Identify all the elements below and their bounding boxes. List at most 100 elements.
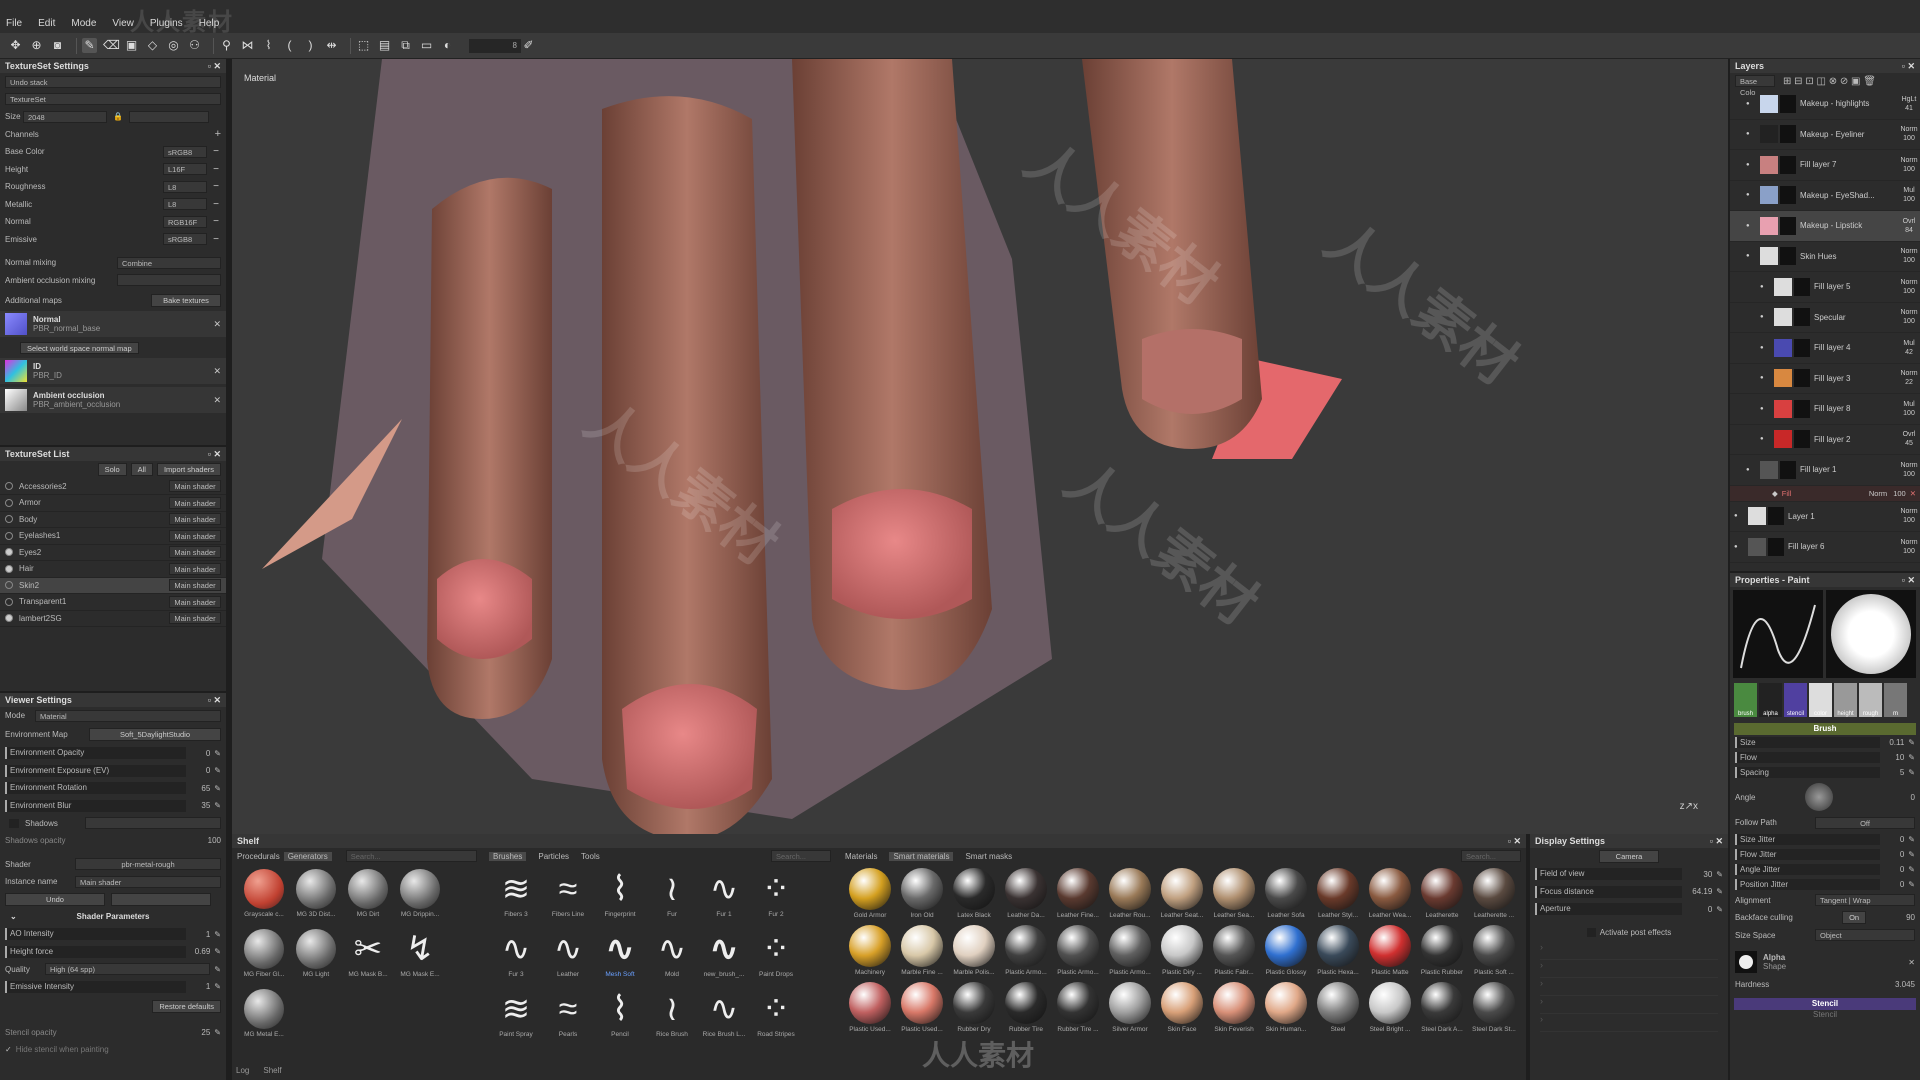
channel-format-dropdown[interactable]: L16F <box>163 163 207 176</box>
slider-track[interactable]: Environment Blur <box>5 799 187 812</box>
alignment-dropdown[interactable]: Tangent | Wrap <box>1815 894 1915 907</box>
alpha-thumb[interactable] <box>1735 951 1757 973</box>
material-item[interactable]: Leather Sea... <box>1209 866 1259 923</box>
shelf-item[interactable]: ∿ Rice Brush L... <box>699 987 749 1045</box>
shelf-item[interactable]: MG Drippin... <box>395 867 445 925</box>
shelf-item[interactable]: ∿ Leather <box>543 927 593 985</box>
bracket-close-icon[interactable]: ) <box>303 38 318 53</box>
camera-icon[interactable]: ✥ <box>8 38 23 53</box>
pen-icon[interactable]: ✎ <box>1716 870 1723 879</box>
shelf-search-input[interactable]: Search... <box>345 850 477 862</box>
menu-file[interactable]: File <box>6 18 22 29</box>
layer-row[interactable]: ● Fill layer 4 Mul 42 <box>1730 333 1920 364</box>
smudge-icon[interactable]: ◎ <box>166 38 181 53</box>
textureset-button[interactable]: TextureSet <box>5 93 221 106</box>
slider-value[interactable]: 10 <box>1880 753 1904 762</box>
remove-channel-icon[interactable]: − <box>211 146 221 157</box>
material-item[interactable]: Marble Polis... <box>949 923 999 980</box>
slider-value[interactable]: 35 <box>186 801 210 810</box>
channel-format-dropdown[interactable]: L8 <box>163 198 207 211</box>
list-item[interactable]: Hair Main shader <box>0 561 226 578</box>
slider-track[interactable]: Environment Opacity <box>5 747 187 760</box>
radio-icon[interactable] <box>5 531 13 540</box>
material-item[interactable]: Iron Old <box>897 866 947 923</box>
slider-value[interactable]: 0.11 <box>1880 738 1904 747</box>
pen-icon[interactable]: ✎ <box>1908 880 1915 889</box>
render-mode-icon[interactable]: ▤ <box>377 38 392 53</box>
blend-mode[interactable]: Mul <box>1898 339 1920 348</box>
pen-icon[interactable]: ✎ <box>1716 905 1723 914</box>
close-icon[interactable]: ✕ <box>1910 489 1916 498</box>
channel-format-dropdown[interactable]: sRGB8 <box>163 145 207 158</box>
collapsed-row[interactable]: › <box>1540 996 1718 1014</box>
slider-value[interactable]: 1 <box>186 930 210 939</box>
tab-smart-masks[interactable]: Smart masks <box>965 852 1012 861</box>
blend-mode[interactable]: Ovrl <box>1898 430 1920 439</box>
blend-mode[interactable]: Norm <box>1898 308 1920 317</box>
layer-blend[interactable]: Mul 42 <box>1898 339 1920 357</box>
remove-channel-icon[interactable]: − <box>211 164 221 175</box>
close-icon[interactable]: ▫ ✕ <box>1902 61 1915 71</box>
material-item[interactable]: Leather Sofa <box>1261 866 1311 923</box>
shelf-item[interactable]: ∿ Fur 1 <box>699 867 749 925</box>
material-item[interactable]: Rubber Dry <box>949 980 999 1037</box>
select-normal-button[interactable]: Select world space normal map <box>20 342 139 354</box>
blend-mode[interactable]: Norm <box>1898 507 1920 516</box>
backface-value[interactable]: 90 <box>1906 913 1915 922</box>
list-item[interactable]: lambert2SG Main shader <box>0 611 226 627</box>
pen-icon[interactable]: ✎ <box>214 749 221 758</box>
shelf-item[interactable]: ✂ MG Mask B... <box>343 927 393 985</box>
list-item[interactable]: Accessories2 Main shader <box>0 479 226 495</box>
material-item[interactable]: Machinery <box>845 923 895 980</box>
iray-icon[interactable]: ◐ <box>440 38 455 53</box>
material-item[interactable]: Steel Dark A... <box>1417 980 1467 1037</box>
pen-icon[interactable]: ✎ <box>214 784 221 793</box>
layer-row[interactable]: ● Fill layer 2 Ovrl 45 <box>1730 425 1920 455</box>
layer-opacity[interactable]: 100 <box>1898 165 1920 174</box>
shelf-item[interactable]: ∿ new_brush_... <box>699 927 749 985</box>
slider-value[interactable]: 0 <box>186 749 210 758</box>
size-dropdown[interactable]: 2048 <box>23 110 107 123</box>
tab-particles[interactable]: Particles <box>538 852 569 861</box>
menu-edit[interactable]: Edit <box>38 18 55 29</box>
slider-value[interactable]: 0 <box>1880 865 1904 874</box>
material-item[interactable]: Skin Feverish <box>1209 980 1259 1037</box>
layer-opacity[interactable]: 100 <box>1898 256 1920 265</box>
material-item[interactable]: Leather Seat... <box>1157 866 1207 923</box>
material-item[interactable]: Plastic Used... <box>845 980 895 1037</box>
material-item[interactable]: Plastic Glossy <box>1261 923 1311 980</box>
import-shaders-button[interactable]: Import shaders <box>156 463 221 477</box>
layer-row[interactable]: ● Makeup - Eyeliner Norm 100 <box>1730 120 1920 150</box>
shelf-item[interactable]: ⁘ Paint Drops <box>751 927 801 985</box>
material-item[interactable]: Rubber Tire ... <box>1053 980 1103 1037</box>
stencil-section-header[interactable]: Stencil <box>1734 997 1916 1010</box>
solo-button[interactable]: Solo <box>97 463 127 477</box>
material-item[interactable]: Plastic Soft ... <box>1469 923 1519 980</box>
pen-icon[interactable]: ✎ <box>1908 835 1915 844</box>
shadows-checkbox[interactable] <box>9 818 19 828</box>
blend-mode[interactable]: Mul <box>1898 186 1920 195</box>
material-item[interactable]: Plastic Fabr... <box>1209 923 1259 980</box>
material-item[interactable]: Leatherette <box>1417 866 1467 923</box>
shelf-item[interactable]: ∿ Mesh Soft <box>595 927 645 985</box>
list-item[interactable]: Skin2 Main shader <box>0 577 226 594</box>
layer-opacity[interactable]: 100 <box>1898 470 1920 479</box>
list-item[interactable]: Eyes2 Main shader <box>0 545 226 561</box>
shelf-item[interactable]: ⁘ Road Stripes <box>751 987 801 1045</box>
angle-dial[interactable] <box>1805 783 1833 811</box>
eye-icon[interactable]: ● <box>1734 513 1744 519</box>
layer-row[interactable]: ● Fill layer 3 Norm 22 <box>1730 364 1920 394</box>
collapsed-row[interactable]: › <box>1540 978 1718 996</box>
material-item[interactable]: Plastic Rubber <box>1417 923 1467 980</box>
shelf-search-input[interactable]: Search... <box>771 850 831 862</box>
radio-icon[interactable] <box>5 581 13 590</box>
eye-icon[interactable]: ● <box>1760 284 1770 290</box>
eye-icon[interactable]: ● <box>1746 253 1756 259</box>
slider-value[interactable]: 64.19 <box>1682 887 1712 896</box>
layer-opacity[interactable]: 100 <box>1898 287 1920 296</box>
channel-format-dropdown[interactable]: RGB16F <box>163 215 207 228</box>
slider-value[interactable]: 0 <box>1880 880 1904 889</box>
layer-blend[interactable]: Norm 100 <box>1898 125 1920 143</box>
slider-track[interactable]: Emissive Intensity <box>5 980 187 993</box>
blend-mode[interactable]: Norm <box>1898 538 1920 547</box>
